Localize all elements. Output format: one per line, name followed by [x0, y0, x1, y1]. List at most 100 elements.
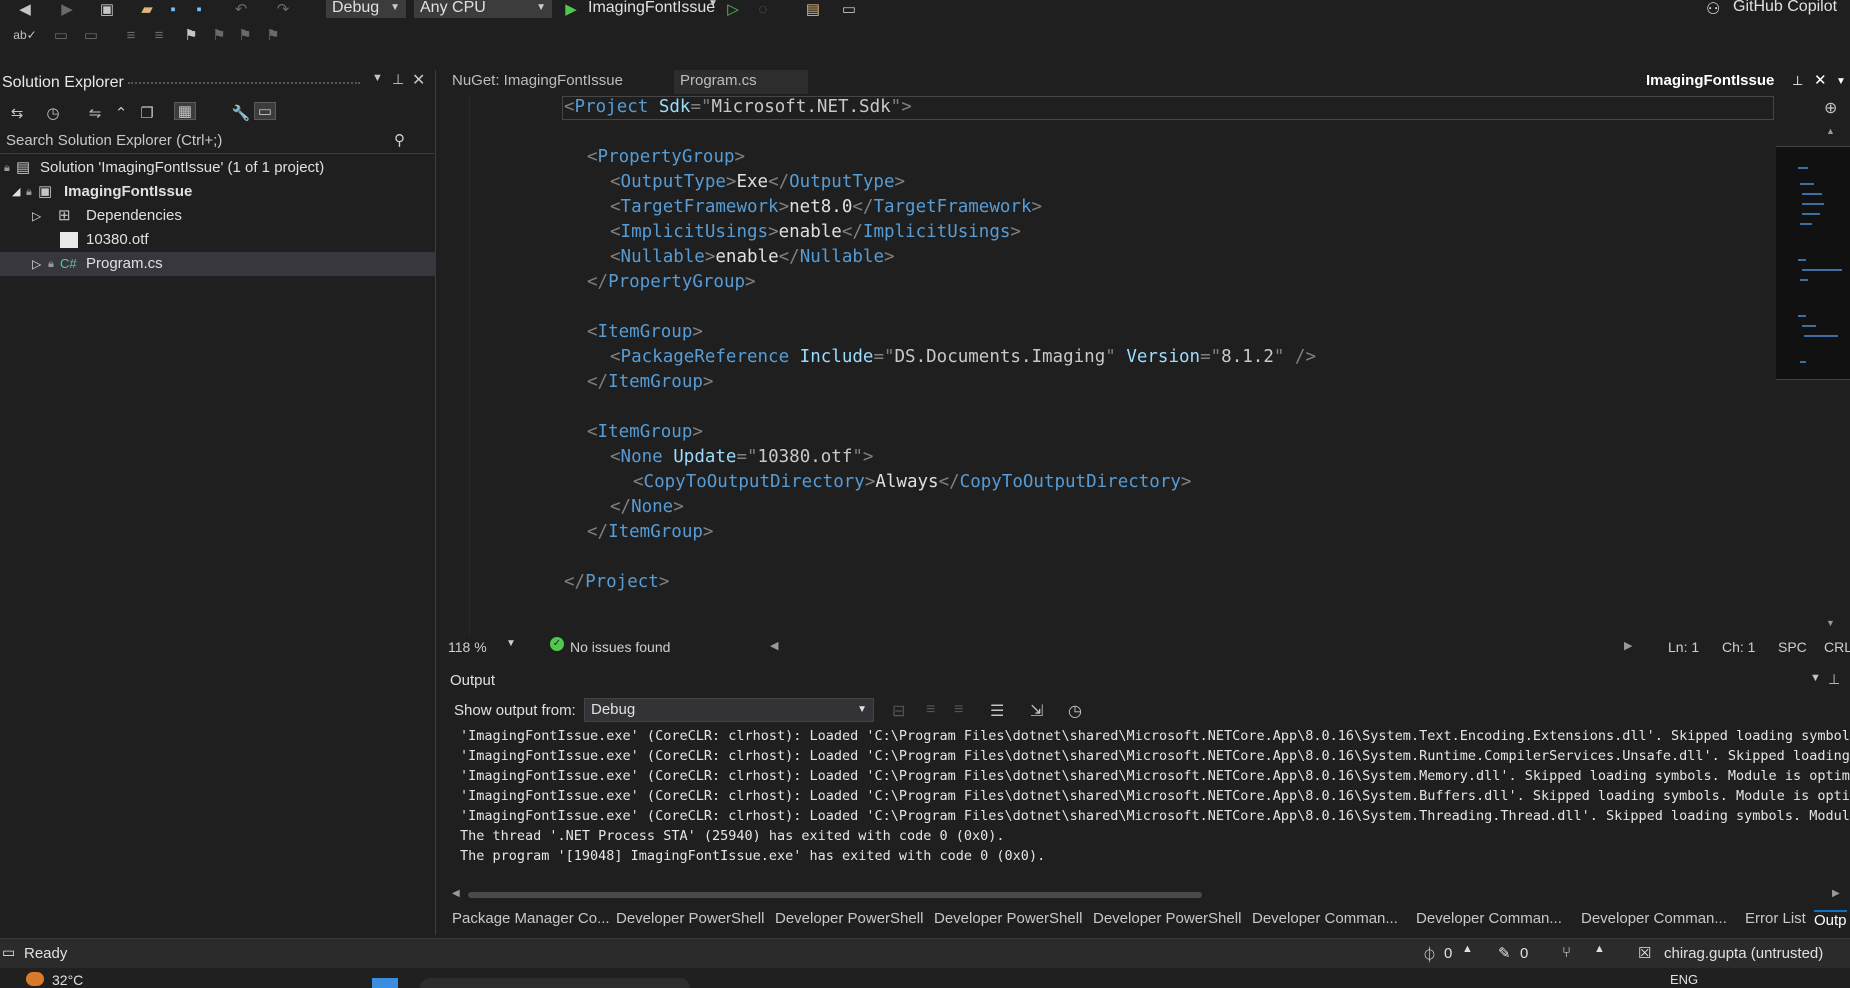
tab-developer-powershell[interactable]: Developer PowerShell: [1093, 910, 1241, 927]
param-info-icon[interactable]: ▭: [80, 26, 102, 44]
back-icon[interactable]: ◀: [14, 0, 36, 18]
hot-reload-icon[interactable]: ◌: [752, 0, 774, 18]
tab-developer-powershell[interactable]: Developer PowerShell: [775, 910, 923, 927]
close-icon[interactable]: ✕: [412, 70, 425, 90]
start-without-debug-icon[interactable]: ▷: [722, 0, 744, 18]
solution-explorer-search[interactable]: Search Solution Explorer (Ctrl+;) ⚲: [0, 130, 434, 154]
user-account[interactable]: chirag.gupta (untrusted): [1664, 945, 1823, 962]
undo-icon[interactable]: ↶: [230, 0, 252, 18]
scroll-right-icon[interactable]: ▶: [1624, 639, 1632, 652]
tab-output[interactable]: Outp: [1814, 910, 1847, 929]
tab-developer-powershell[interactable]: Developer PowerShell: [934, 910, 1082, 927]
taskbar-search[interactable]: [420, 978, 690, 988]
scroll-right-icon[interactable]: ▶: [1832, 888, 1840, 899]
output-source-select[interactable]: Debug ▼: [584, 698, 874, 722]
line-ending-indicator[interactable]: CRL: [1824, 639, 1850, 655]
user-icon[interactable]: ☒: [1638, 944, 1651, 962]
zoom-level[interactable]: 118 %: [448, 639, 487, 655]
pin-icon[interactable]: ⊥: [1792, 70, 1803, 92]
next-bookmark-icon[interactable]: ⚑: [234, 26, 256, 44]
tree-item-font-file[interactable]: 10380.otf: [0, 228, 436, 252]
tab-nuget[interactable]: NuGet: ImagingFontIssue: [446, 70, 668, 94]
tree-item-dependencies[interactable]: ▷ ⊞ Dependencies: [0, 204, 436, 228]
column-indicator[interactable]: Ch: 1: [1722, 639, 1755, 655]
collapsed-icon[interactable]: ▷: [32, 204, 41, 228]
timestamp-icon[interactable]: ◷: [1068, 701, 1082, 721]
history-icon[interactable]: ◷: [42, 104, 64, 122]
quick-info-icon[interactable]: ▭: [50, 26, 72, 44]
minimap-viewport[interactable]: [1776, 146, 1850, 380]
start-icon[interactable]: [372, 978, 398, 988]
tree-item-project[interactable]: ◢ 🔒︎ ▣ ImagingFontIssue: [0, 180, 436, 204]
chevron-down-icon[interactable]: ▼: [1836, 71, 1846, 93]
outdent-icon[interactable]: ≡: [120, 26, 142, 44]
layout-icon[interactable]: ▭: [838, 0, 860, 18]
edits-count[interactable]: 0: [1520, 945, 1528, 962]
sync-icon[interactable]: ⇆: [6, 104, 28, 122]
pin-icon[interactable]: ⊥: [392, 71, 404, 88]
language-indicator[interactable]: ENG: [1670, 972, 1698, 987]
spellcheck-icon[interactable]: ab✓: [13, 26, 36, 44]
pencil-icon[interactable]: ✎: [1498, 944, 1511, 962]
prev-message-icon[interactable]: ≡: [926, 701, 935, 719]
scroll-down-icon[interactable]: ▼: [1826, 618, 1835, 628]
issues-status[interactable]: No issues found: [570, 639, 670, 655]
chevron-down-icon[interactable]: ▼: [506, 638, 516, 649]
tab-developer-command[interactable]: Developer Comman...: [1581, 910, 1727, 927]
new-project-icon[interactable]: ▣: [96, 0, 118, 18]
output-horizontal-scrollbar[interactable]: [468, 892, 1202, 898]
tree-item-program[interactable]: ▷ 🔒︎ C# Program.cs: [0, 252, 436, 276]
clear-all-icon[interactable]: ☰: [990, 701, 1004, 721]
search-icon[interactable]: ⚲: [394, 130, 405, 152]
close-icon[interactable]: ✕: [1814, 70, 1827, 92]
copilot-icon[interactable]: ⚇: [1706, 0, 1720, 19]
save-icon[interactable]: ▪: [162, 0, 184, 18]
chevron-up-icon[interactable]: ▲: [1462, 943, 1473, 955]
prev-bookmark-icon[interactable]: ⚑: [208, 26, 230, 44]
tab-imagingfontissue[interactable]: ImagingFontIssue ⊥ ✕ ▼: [1640, 70, 1850, 94]
publish-icon[interactable]: ▤: [802, 0, 824, 18]
tab-package-manager[interactable]: Package Manager Co...: [452, 910, 610, 927]
panel-grip[interactable]: [128, 82, 360, 86]
pin-icon[interactable]: ⊥: [1828, 671, 1840, 688]
scroll-left-icon[interactable]: ◀: [452, 888, 460, 899]
switch-views-icon[interactable]: ⇋: [84, 104, 106, 122]
indent-icon[interactable]: ≡: [148, 26, 170, 44]
tab-error-list[interactable]: Error List: [1745, 910, 1806, 927]
start-debug-icon[interactable]: ▶: [560, 0, 582, 18]
weather-icon[interactable]: [26, 972, 44, 986]
properties-icon[interactable]: 🔧: [230, 104, 252, 122]
bookmark-icon[interactable]: ⚑: [180, 26, 202, 44]
scroll-left-icon[interactable]: ◀: [770, 639, 778, 652]
expanded-icon[interactable]: ◢: [12, 180, 20, 204]
tab-program[interactable]: Program.cs: [674, 70, 808, 94]
redo-icon[interactable]: ↷: [272, 0, 294, 18]
next-message-icon[interactable]: ≡: [954, 701, 963, 719]
configuration-select[interactable]: Debug ▼: [326, 0, 406, 18]
collapsed-icon[interactable]: ▷: [32, 252, 41, 276]
chevron-down-icon[interactable]: ▼: [708, 0, 718, 9]
save-all-icon[interactable]: ▪: [188, 0, 210, 18]
tree-item-solution[interactable]: 🔒︎ ▤ Solution 'ImagingFontIssue' (1 of 1…: [0, 156, 436, 180]
copilot-label[interactable]: GitHub Copilot: [1733, 0, 1837, 16]
startup-project-label[interactable]: ImagingFontIssue: [588, 0, 715, 17]
chevron-down-icon[interactable]: ▼: [1810, 672, 1821, 684]
split-editor-icon[interactable]: ⊕: [1824, 98, 1837, 118]
tab-developer-command[interactable]: Developer Comman...: [1252, 910, 1398, 927]
preview-icon[interactable]: ▭: [254, 102, 276, 120]
whitespace-indicator[interactable]: SPC: [1778, 639, 1807, 655]
branch-icon[interactable]: ⑂: [1562, 944, 1571, 961]
forward-icon[interactable]: ▶: [56, 0, 78, 18]
minimap[interactable]: ⊕ ▲ ▼: [1776, 94, 1850, 635]
open-folder-icon[interactable]: ▰: [136, 0, 158, 18]
collapse-all-icon[interactable]: ⌃: [110, 104, 132, 122]
platform-select[interactable]: Any CPU ▼: [414, 0, 552, 18]
clear-bookmarks-icon[interactable]: ⚑: [262, 26, 284, 44]
horizontal-scrollbar[interactable]: [790, 644, 1630, 650]
weather-temp[interactable]: 32°C: [52, 972, 83, 988]
chevron-down-icon[interactable]: ▼: [372, 72, 383, 84]
scroll-up-icon[interactable]: ▲: [1826, 126, 1835, 136]
go-to-line-icon[interactable]: ⊟: [892, 701, 905, 721]
git-commit-icon[interactable]: ⏀: [1422, 944, 1437, 965]
show-all-files-icon[interactable]: ▦: [174, 102, 196, 120]
